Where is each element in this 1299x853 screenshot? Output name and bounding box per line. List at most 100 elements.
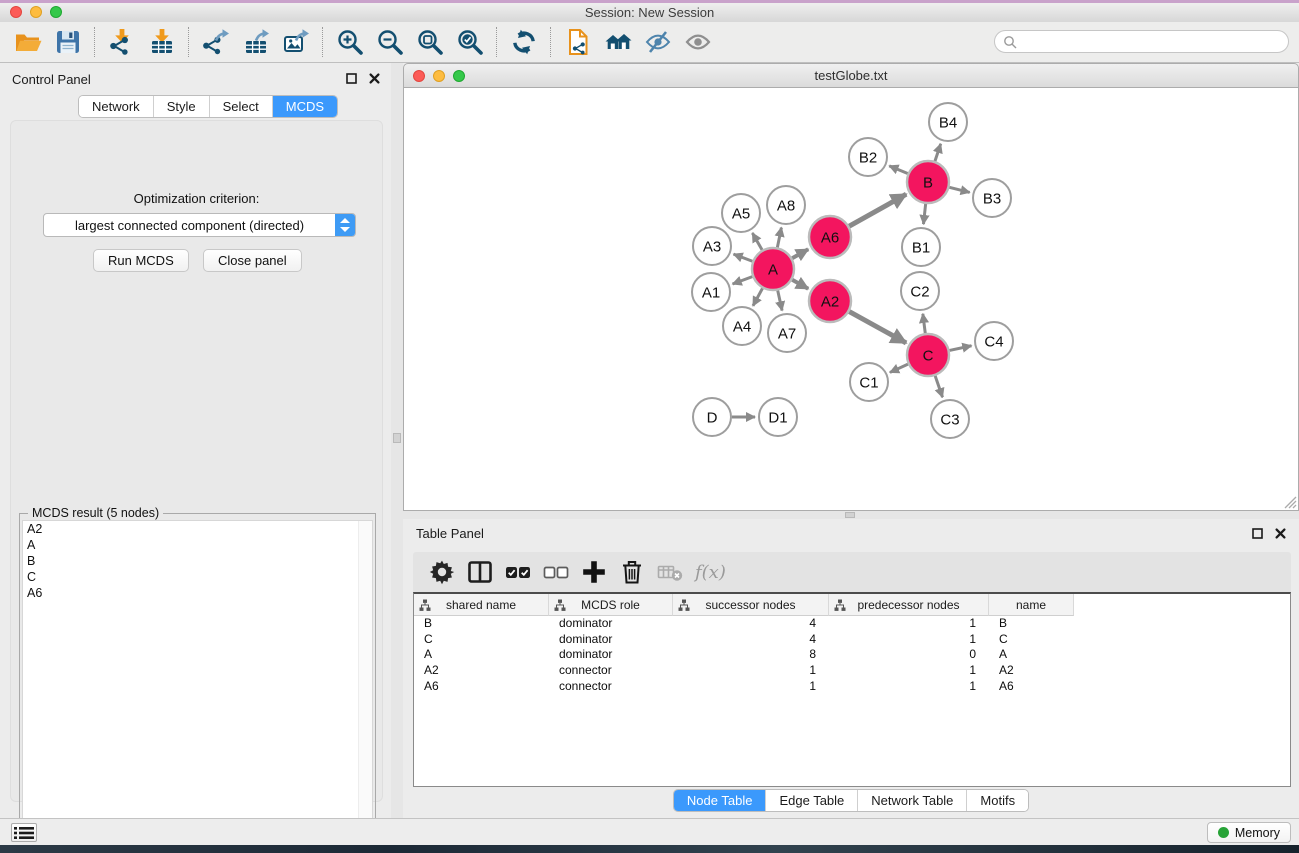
column-header-predecessor-nodes[interactable]: predecessor nodes (829, 594, 989, 616)
graph-edge-A-A1[interactable] (733, 277, 753, 284)
split-handle[interactable] (393, 433, 401, 443)
vertical-split-divider[interactable] (391, 63, 403, 818)
close-panel-button[interactable]: Close panel (203, 249, 302, 272)
new-network-from-selection-icon[interactable] (560, 25, 596, 59)
tab-node-table[interactable]: Node Table (674, 790, 766, 811)
delete-column-icon[interactable] (615, 556, 649, 588)
graph-node-C[interactable]: C (907, 334, 949, 376)
settings-gear-icon[interactable] (425, 556, 459, 588)
column-header-shared-name[interactable]: shared name (414, 594, 549, 616)
graph-edge-A2-C[interactable] (849, 312, 906, 343)
tab-network-table[interactable]: Network Table (857, 790, 966, 811)
close-panel-icon[interactable] (1273, 526, 1287, 540)
graph-edge-B-B2[interactable] (889, 166, 907, 174)
show-panels-list-icon[interactable] (11, 823, 37, 842)
graph-node-D[interactable]: D (693, 398, 731, 436)
zoom-fit-icon[interactable] (412, 25, 448, 59)
graph-node-A2[interactable]: A2 (809, 280, 851, 322)
criterion-select[interactable]: largest connected component (directed) (43, 213, 356, 237)
add-column-icon[interactable] (577, 556, 611, 588)
hide-selected-icon[interactable] (640, 25, 676, 59)
export-image-icon[interactable] (278, 25, 314, 59)
float-panel-icon[interactable] (1250, 526, 1264, 540)
graph-edge-B-B1[interactable] (923, 204, 925, 224)
resize-grip[interactable] (1283, 495, 1297, 509)
import-table-icon[interactable] (144, 25, 180, 59)
toggle-columns-icon[interactable] (463, 556, 497, 588)
tab-mcds[interactable]: MCDS (272, 96, 337, 117)
open-session-icon[interactable] (10, 25, 46, 59)
tab-network[interactable]: Network (79, 96, 153, 117)
result-list-item[interactable]: A2 (23, 521, 372, 537)
graph-edge-A-A3[interactable] (734, 254, 753, 261)
graph-node-B2[interactable]: B2 (849, 138, 887, 176)
column-header-MCDS-role[interactable]: MCDS role (549, 594, 673, 616)
memory-button[interactable]: Memory (1207, 822, 1291, 843)
zoom-out-icon[interactable] (372, 25, 408, 59)
graph-edge-C-C3[interactable] (935, 376, 942, 397)
result-list-scrollbar[interactable] (358, 521, 372, 852)
unselect-all-checks-icon[interactable] (539, 556, 573, 588)
horizontal-split-divider[interactable] (403, 511, 1299, 519)
result-list-item[interactable]: B (23, 553, 372, 569)
graph-node-A4[interactable]: A4 (723, 307, 761, 345)
mcds-result-list[interactable]: A2ABCA6 (22, 520, 373, 853)
graph-edge-A-A2[interactable] (792, 280, 808, 289)
tab-style[interactable]: Style (153, 96, 209, 117)
select-all-checks-icon[interactable] (501, 556, 535, 588)
import-network-icon[interactable] (104, 25, 140, 59)
tab-motifs[interactable]: Motifs (966, 790, 1028, 811)
search-field[interactable] (994, 30, 1289, 53)
graph-edge-A-A5[interactable] (752, 233, 762, 250)
tab-edge-table[interactable]: Edge Table (765, 790, 857, 811)
first-neighbors-icon[interactable] (600, 25, 636, 59)
table-row[interactable]: A2connector11A2 (414, 663, 1290, 679)
result-list-item[interactable]: A6 (23, 585, 372, 601)
graph-node-C3[interactable]: C3 (931, 400, 969, 438)
graph-node-C1[interactable]: C1 (850, 363, 888, 401)
close-panel-icon[interactable] (367, 71, 381, 85)
zoom-selected-icon[interactable] (452, 25, 488, 59)
search-input[interactable] (1022, 34, 1280, 50)
graph-node-B3[interactable]: B3 (973, 179, 1011, 217)
network-canvas[interactable]: B4 B2 B B3 A8A5 A6 B1 A3 A A1 C2 A2 A4A7 C4 C C1 C3 D D1 (403, 88, 1299, 511)
graph-node-A6[interactable]: A6 (809, 216, 851, 258)
graph-edge-A6-B[interactable] (849, 194, 906, 226)
graph-node-A5[interactable]: A5 (722, 194, 760, 232)
graph-edge-A-A4[interactable] (753, 288, 763, 305)
graph-node-B1[interactable]: B1 (902, 228, 940, 266)
table-row[interactable]: Cdominator41C (414, 632, 1290, 648)
graph-node-D1[interactable]: D1 (759, 398, 797, 436)
graph-edge-A-A7[interactable] (778, 290, 782, 310)
split-handle[interactable] (845, 512, 855, 518)
graph-node-A8[interactable]: A8 (767, 186, 805, 224)
graph-node-A1[interactable]: A1 (692, 273, 730, 311)
graph-edge-C-C1[interactable] (890, 364, 908, 372)
export-table-icon[interactable] (238, 25, 274, 59)
graph-edge-C-C4[interactable] (950, 346, 972, 351)
show-all-icon[interactable] (680, 25, 716, 59)
column-header-name[interactable]: name (989, 594, 1074, 616)
save-session-icon[interactable] (50, 25, 86, 59)
network-window-titlebar[interactable]: testGlobe.txt (403, 63, 1299, 88)
result-list-item[interactable]: A (23, 537, 372, 553)
graph-node-B4[interactable]: B4 (929, 103, 967, 141)
graph-node-C2[interactable]: C2 (901, 272, 939, 310)
float-panel-icon[interactable] (344, 71, 358, 85)
table-row[interactable]: Adominator80A (414, 647, 1290, 663)
table-row[interactable]: A6connector11A6 (414, 679, 1290, 695)
graph-node-A[interactable]: A (752, 248, 794, 290)
zoom-in-icon[interactable] (332, 25, 368, 59)
graph-node-A7[interactable]: A7 (768, 314, 806, 352)
main-titlebar[interactable]: Session: New Session (0, 3, 1299, 23)
graph-node-B[interactable]: B (907, 161, 949, 203)
graph-edge-A-A6[interactable] (792, 249, 808, 258)
graph-edge-C-C2[interactable] (923, 314, 925, 333)
graph-node-A3[interactable]: A3 (693, 227, 731, 265)
graph-node-C4[interactable]: C4 (975, 322, 1013, 360)
run-mcds-button[interactable]: Run MCDS (93, 249, 189, 272)
export-network-icon[interactable] (198, 25, 234, 59)
result-list-item[interactable]: C (23, 569, 372, 585)
table-row[interactable]: Bdominator41B (414, 616, 1290, 632)
column-header-successor-nodes[interactable]: successor nodes (673, 594, 829, 616)
